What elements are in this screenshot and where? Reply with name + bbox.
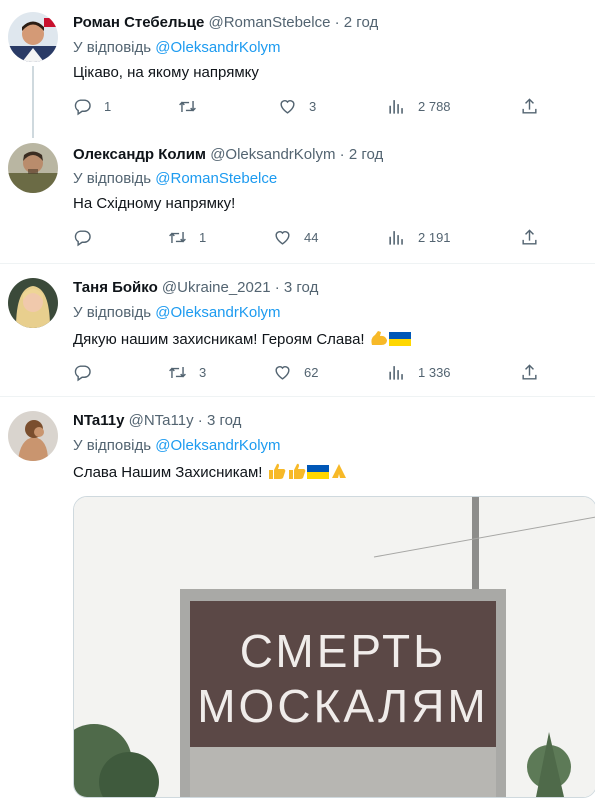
author-name[interactable]: Олександр Колим bbox=[73, 146, 206, 163]
timestamp[interactable]: 2 год bbox=[344, 14, 378, 31]
views-button[interactable]: 2 788 bbox=[387, 97, 451, 116]
retweet-count: 1 bbox=[199, 230, 207, 245]
reply-context: У відповідь @OleksandrKolym bbox=[73, 304, 281, 321]
tweet-header: Олександр Колим @OleksandrKolym · 2 год bbox=[73, 146, 383, 163]
like-count: 44 bbox=[304, 230, 319, 245]
retweet-icon bbox=[168, 228, 187, 247]
reply-prefix: У відповідь bbox=[73, 304, 152, 321]
retweet-button[interactable]: 1 bbox=[168, 228, 206, 247]
author-handle[interactable]: @NTa11y bbox=[129, 412, 194, 429]
ukraine-flag-emoji bbox=[388, 331, 411, 351]
tweet-3[interactable]: Таня Бойко @Ukraine_2021 · 3 год У відпо… bbox=[0, 264, 595, 395]
avatar[interactable] bbox=[8, 12, 58, 62]
separator-dot: · bbox=[197, 412, 203, 429]
reply-mention[interactable]: @OleksandrKolym bbox=[155, 437, 280, 454]
share-icon bbox=[520, 228, 539, 247]
like-button[interactable]: 62 bbox=[273, 363, 318, 382]
reply-prefix: У відповідь bbox=[73, 170, 152, 187]
share-icon bbox=[520, 363, 539, 382]
reply-prefix: У відповідь bbox=[73, 39, 152, 56]
tweet-media-image[interactable]: СМЕРТЬ МОСКАЛЯМ bbox=[73, 496, 595, 798]
timestamp[interactable]: 2 год bbox=[349, 146, 383, 163]
folded-hands-emoji bbox=[329, 462, 349, 484]
tweet-header: Таня Бойко @Ukraine_2021 · 3 год bbox=[73, 279, 318, 296]
like-count: 62 bbox=[304, 365, 319, 380]
tweet-text: На Східному напрямку! bbox=[73, 195, 236, 212]
reply-button[interactable]: 1 bbox=[73, 97, 111, 116]
share-button[interactable] bbox=[520, 363, 539, 382]
timestamp[interactable]: 3 год bbox=[284, 279, 318, 296]
like-button[interactable]: 3 bbox=[278, 97, 316, 116]
separator-dot: · bbox=[274, 279, 280, 296]
action-bar: 1 3 2 788 bbox=[73, 97, 553, 119]
avatar[interactable] bbox=[8, 411, 58, 461]
views-count: 1 336 bbox=[418, 365, 451, 380]
tweet-text-line: Слава Нашим Захисникам! bbox=[73, 462, 349, 484]
retweet-icon bbox=[168, 363, 187, 382]
reply-icon bbox=[73, 97, 92, 116]
retweet-icon bbox=[178, 97, 197, 116]
views-button[interactable]: 1 336 bbox=[387, 363, 451, 382]
reply-mention[interactable]: @OleksandrKolym bbox=[155, 39, 280, 56]
sign-text-line-2: МОСКАЛЯМ bbox=[197, 680, 489, 732]
views-icon bbox=[387, 363, 406, 382]
action-bar: 3 62 1 336 bbox=[73, 363, 553, 385]
separator-dot: · bbox=[334, 14, 340, 31]
reply-icon bbox=[73, 363, 92, 382]
like-icon bbox=[273, 363, 292, 382]
flexed-biceps-emoji bbox=[369, 329, 389, 351]
tweet-text: Цікаво, на якому напрямку bbox=[73, 64, 259, 81]
like-icon bbox=[273, 228, 292, 247]
reply-mention[interactable]: @OleksandrKolym bbox=[155, 304, 280, 321]
reply-context: У відповідь @OleksandrKolym bbox=[73, 39, 281, 56]
author-handle[interactable]: @RomanStebelce bbox=[208, 14, 330, 31]
thumbs-up-emoji bbox=[287, 462, 307, 484]
like-icon bbox=[278, 97, 297, 116]
reply-icon bbox=[73, 228, 92, 247]
retweet-button[interactable]: 3 bbox=[168, 363, 206, 382]
reply-count: 1 bbox=[104, 99, 112, 114]
share-icon bbox=[520, 97, 539, 116]
reply-context: У відповідь @OleksandrKolym bbox=[73, 437, 281, 454]
avatar[interactable] bbox=[8, 143, 58, 193]
reply-button[interactable] bbox=[73, 363, 104, 382]
views-count: 2 191 bbox=[418, 230, 451, 245]
retweet-button[interactable] bbox=[178, 97, 209, 116]
tweet-text: Слава Нашим Захисникам! bbox=[73, 464, 263, 481]
timestamp[interactable]: 3 год bbox=[207, 412, 241, 429]
ukraine-flag-emoji bbox=[306, 464, 329, 484]
tweet-header: NTa11y @NTa11y · 3 год bbox=[73, 412, 241, 429]
action-bar: 1 44 2 191 bbox=[73, 228, 553, 250]
like-count: 3 bbox=[309, 99, 317, 114]
thumbs-up-emoji bbox=[267, 462, 287, 484]
author-name[interactable]: Таня Бойко bbox=[73, 279, 158, 296]
views-icon bbox=[387, 97, 406, 116]
avatar[interactable] bbox=[8, 278, 58, 328]
separator-dot: · bbox=[339, 146, 345, 163]
retweet-count: 3 bbox=[199, 365, 207, 380]
tweet-header: Роман Стебельце @RomanStebelce · 2 год bbox=[73, 14, 378, 31]
reply-context: У відповідь @RomanStebelce bbox=[73, 170, 277, 187]
reply-prefix: У відповідь bbox=[73, 437, 152, 454]
views-count: 2 788 bbox=[418, 99, 451, 114]
tweet-1[interactable]: Роман Стебельце @RomanStebelce · 2 год У… bbox=[0, 0, 595, 135]
author-name[interactable]: NTa11y bbox=[73, 412, 124, 429]
author-handle[interactable]: @Ukraine_2021 bbox=[162, 279, 271, 296]
author-name[interactable]: Роман Стебельце bbox=[73, 14, 204, 31]
tweet-2[interactable]: Олександр Колим @OleksandrKolym · 2 год … bbox=[0, 135, 595, 263]
sign-text-line-1: СМЕРТЬ bbox=[240, 625, 447, 677]
share-button[interactable] bbox=[520, 228, 539, 247]
views-button[interactable]: 2 191 bbox=[387, 228, 451, 247]
like-button[interactable]: 44 bbox=[273, 228, 318, 247]
reply-mention[interactable]: @RomanStebelce bbox=[155, 170, 277, 187]
views-icon bbox=[387, 228, 406, 247]
author-handle[interactable]: @OleksandrKolym bbox=[210, 146, 335, 163]
tweet-text: Дякую нашим захисникам! Героям Слава! bbox=[73, 331, 365, 348]
share-button[interactable] bbox=[520, 97, 539, 116]
tweet-text-line: Дякую нашим захисникам! Героям Слава! bbox=[73, 329, 411, 351]
reply-button[interactable] bbox=[73, 228, 104, 247]
